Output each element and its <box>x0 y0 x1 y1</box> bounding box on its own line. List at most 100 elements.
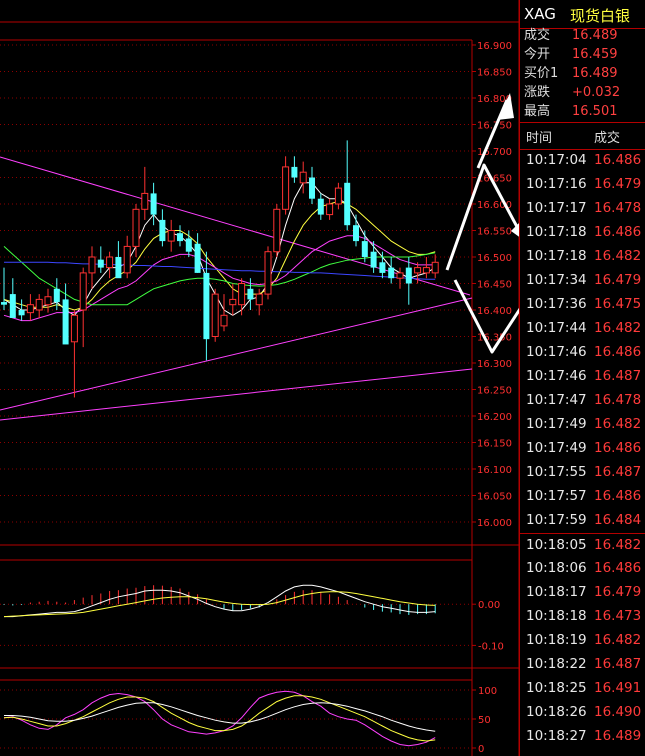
candle-body <box>238 283 246 306</box>
trendlines <box>0 156 473 421</box>
candle <box>167 219 175 252</box>
candle <box>431 254 439 279</box>
grid <box>0 0 519 756</box>
ticks-header-price: 成交 <box>594 131 621 146</box>
quote-value: +0.032 <box>572 85 621 100</box>
tick-row: 10:18:05 16.482 <box>520 533 645 557</box>
quote-row-high: 最高 16.501 <box>520 102 645 121</box>
tick-row: 10:17:18 16.482 <box>520 245 645 268</box>
candle <box>97 246 104 273</box>
candle-body <box>379 262 386 273</box>
candle-body <box>396 272 404 279</box>
tick-time: 10:17:49 <box>526 440 587 456</box>
candle <box>211 288 219 342</box>
candle-body <box>388 267 395 279</box>
candle <box>238 278 246 316</box>
tick-row: 10:17:55 16.487 <box>520 461 645 484</box>
tick-time: 10:17:44 <box>526 320 587 336</box>
tick-row: 10:17:18 16.486 <box>520 221 645 244</box>
candle <box>264 246 272 300</box>
tick-price: 16.478 <box>594 392 642 408</box>
tick-time: 10:17:47 <box>526 392 587 408</box>
candle-body <box>26 304 34 314</box>
candle-body <box>106 256 114 269</box>
candle-body <box>70 314 78 343</box>
quote-label: 今开 <box>524 47 551 62</box>
tick-price: 16.491 <box>594 680 642 696</box>
quote-value: 16.501 <box>572 104 618 119</box>
candle-body <box>35 298 43 311</box>
candle-body <box>334 187 342 205</box>
tick-price: 16.479 <box>594 272 642 288</box>
candle-body <box>361 241 368 257</box>
y-tick-label: 16.100 <box>477 465 512 476</box>
y-tick-label: 50 <box>478 715 491 726</box>
tick-row: 10:17:34 16.479 <box>520 269 645 292</box>
tick-row: 10:17:04 16.486 <box>520 149 645 172</box>
quote-row-bid: 买价1 16.489 <box>520 64 645 83</box>
candle-body <box>370 251 377 268</box>
tick-time: 10:18:18 <box>526 608 587 624</box>
tick-price: 16.486 <box>594 560 642 576</box>
candle <box>18 299 25 321</box>
tick-row: 10:18:22 16.487 <box>520 653 645 676</box>
candle-body <box>326 203 334 216</box>
tick-row: 10:17:57 16.486 <box>520 485 645 508</box>
candle <box>26 294 34 321</box>
candle-body <box>220 314 228 327</box>
candle-body <box>177 233 183 242</box>
candle-body <box>9 294 16 318</box>
ticks-header-time: 时间 <box>526 131 553 146</box>
candle <box>353 214 359 247</box>
y-tick-label: 0 <box>478 744 484 755</box>
candle-body <box>299 171 307 184</box>
candle-body <box>88 256 96 274</box>
candle-body <box>344 182 351 226</box>
y-tick-label: 16.200 <box>477 412 512 423</box>
quote-value: 16.489 <box>572 28 618 43</box>
candle <box>370 241 377 273</box>
candle <box>396 267 404 289</box>
tick-time: 10:18:22 <box>526 656 587 672</box>
y-tick-label: 100 <box>478 686 497 697</box>
tick-price: 16.486 <box>594 344 642 360</box>
candle <box>299 161 307 194</box>
candle <box>35 294 43 318</box>
tick-price: 16.482 <box>594 537 642 553</box>
tick-price: 16.475 <box>594 296 642 312</box>
tick-time: 10:18:05 <box>526 537 587 553</box>
candle-body <box>405 267 412 284</box>
candle <box>203 251 210 361</box>
tick-price: 16.487 <box>594 464 642 480</box>
tick-price: 16.487 <box>594 368 642 384</box>
candle-body <box>115 257 122 279</box>
quote-row-open: 今开 16.459 <box>520 45 645 64</box>
ticks-list[interactable]: 10:17:04 16.486 10:17:16 16.479 10:17:17 16.4… <box>519 149 645 756</box>
tick-row: 10:18:17 16.479 <box>520 581 645 604</box>
ticks-header: 时间 成交 <box>519 122 645 150</box>
candle-body <box>150 193 157 215</box>
candle-body <box>291 166 298 178</box>
candle-body <box>264 251 272 295</box>
candle-body <box>431 261 439 274</box>
tick-price: 16.489 <box>594 728 642 744</box>
tick-row: 10:17:44 16.482 <box>520 317 645 340</box>
tick-time: 10:18:19 <box>526 632 587 648</box>
tick-time: 10:17:46 <box>526 344 587 360</box>
candle-body <box>159 219 166 242</box>
candle <box>194 233 201 273</box>
candle-body <box>309 177 315 199</box>
candle-body <box>167 230 175 242</box>
y-tick-label: 16.550 <box>477 227 512 238</box>
tick-row: 10:18:18 16.473 <box>520 605 645 628</box>
tick-row: 10:18:19 16.482 <box>520 629 645 652</box>
candle <box>379 251 386 279</box>
candle-body <box>79 272 87 311</box>
y-tick-label: 16.500 <box>477 253 512 264</box>
candle-body <box>273 208 281 253</box>
quote-value: 16.459 <box>572 47 618 62</box>
candle-body <box>44 296 52 306</box>
tick-row: 10:17:16 16.479 <box>520 173 645 196</box>
tick-time: 10:17:17 <box>526 200 587 216</box>
candle <box>150 182 157 226</box>
